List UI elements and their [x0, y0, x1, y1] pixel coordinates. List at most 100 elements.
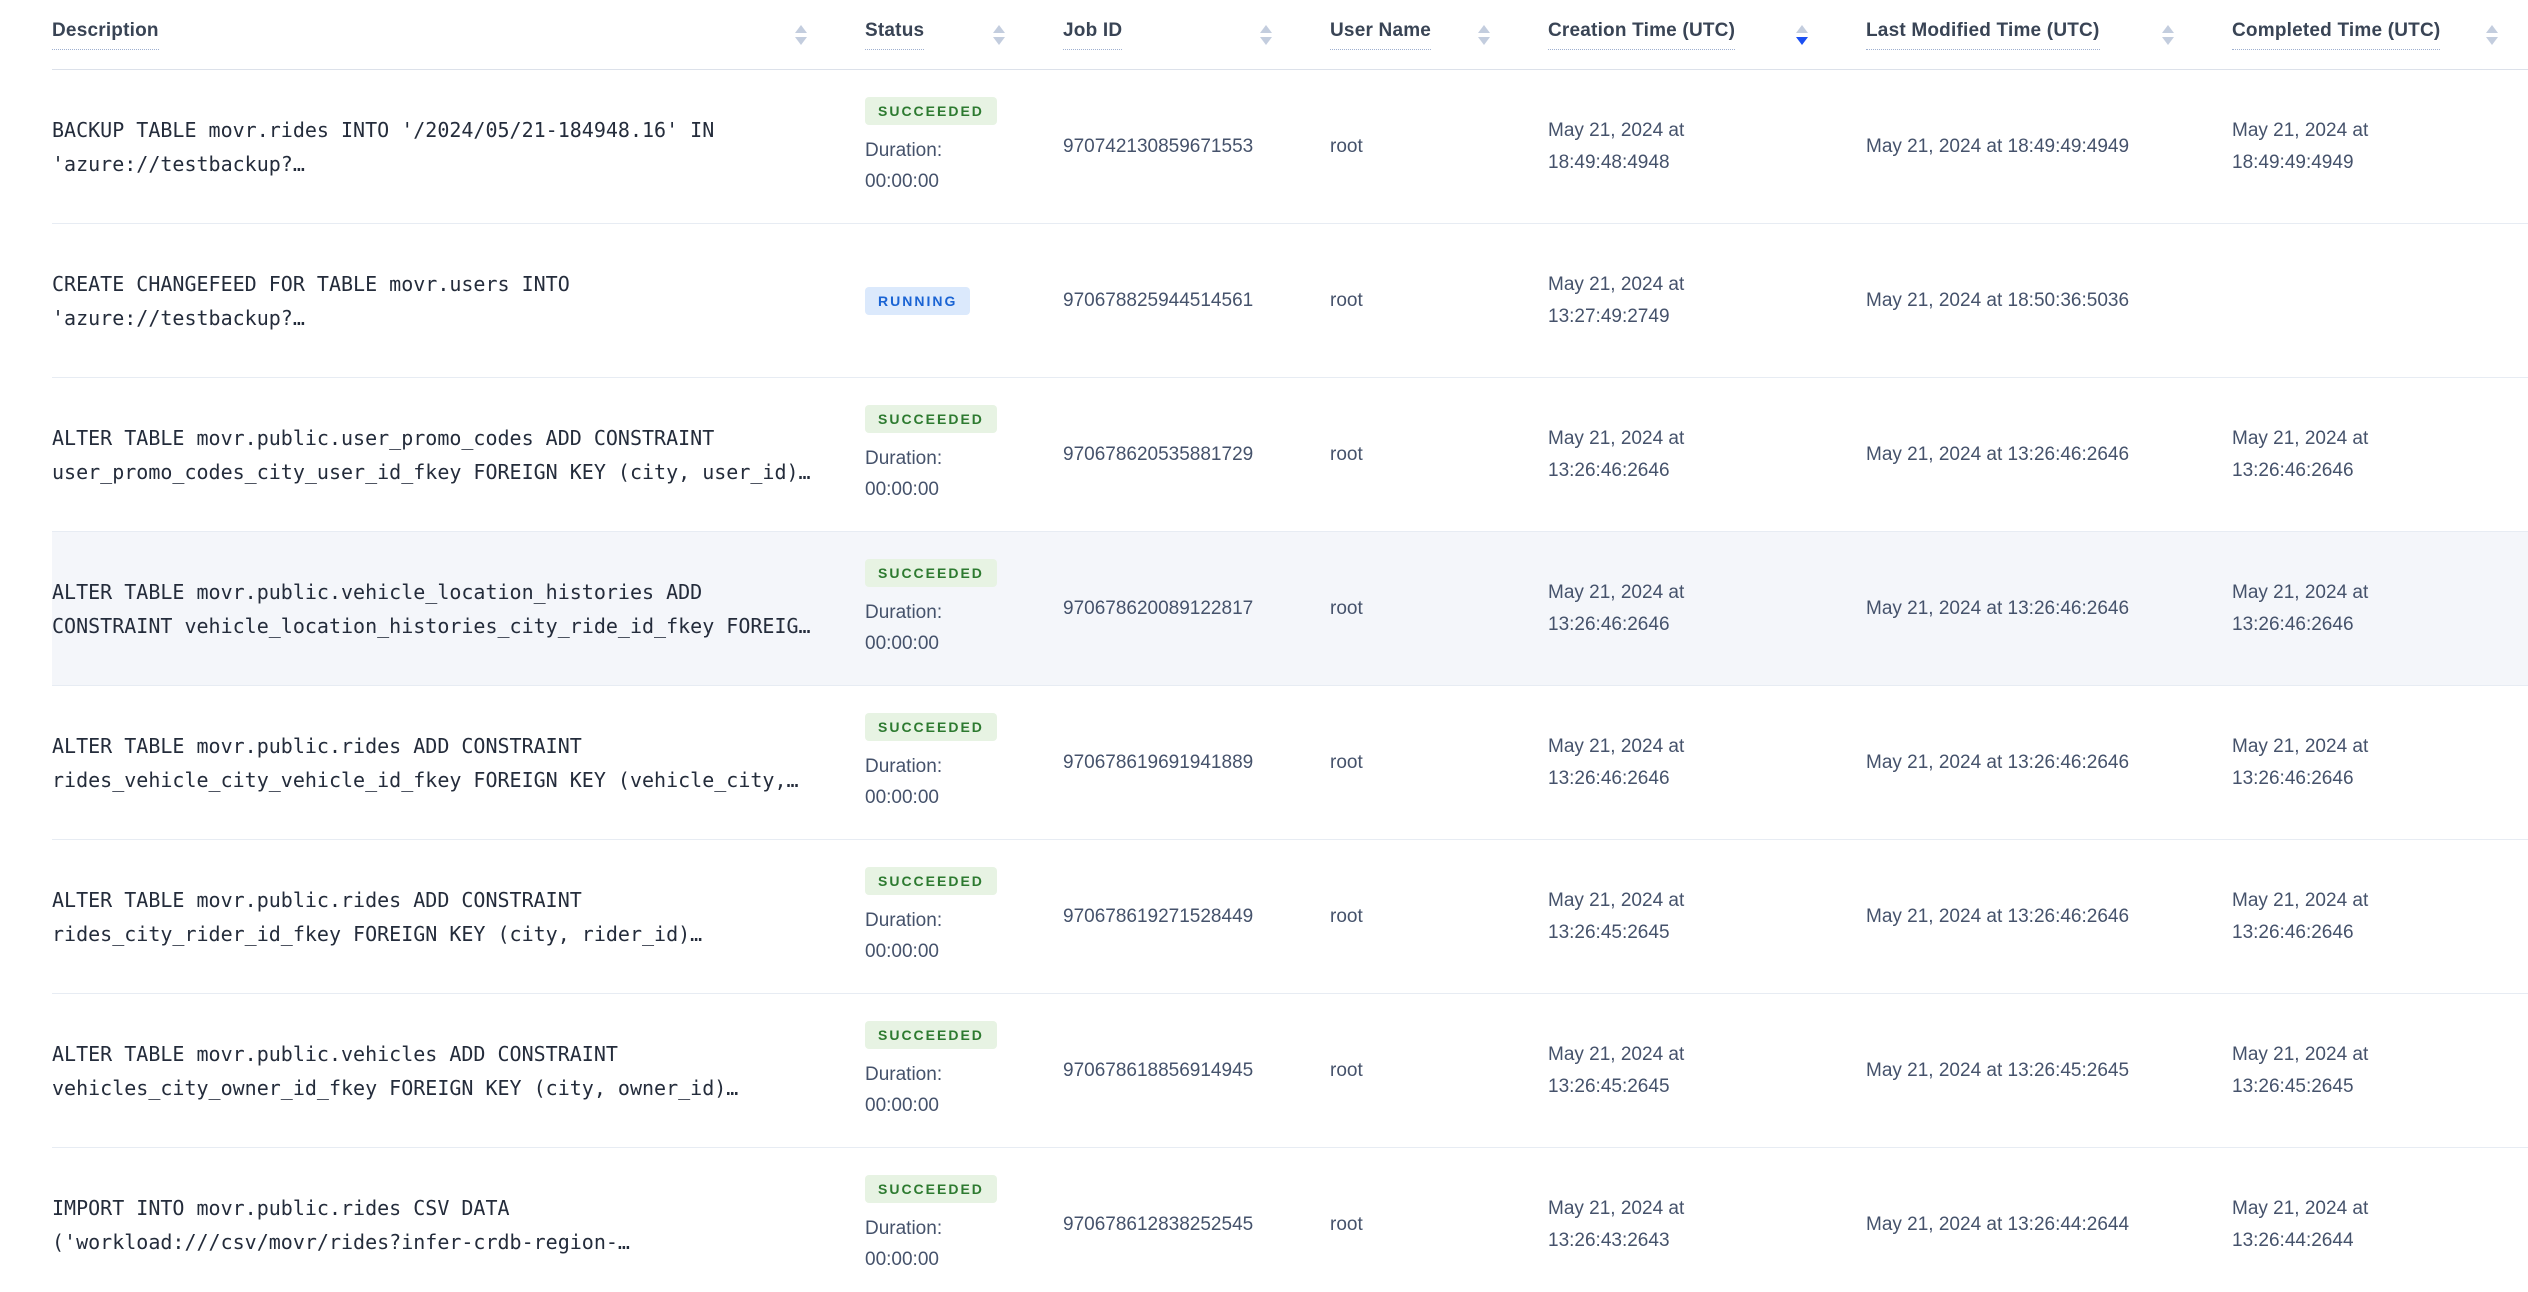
column-header-last-modified-time-utc[interactable]: Last Modified Time (UTC): [1866, 20, 2232, 50]
completed-time-cell: May 21, 2024 at 13:26:46:2646: [2232, 731, 2528, 795]
last-modified-time-cell: May 21, 2024 at 13:26:46:2646: [1866, 905, 2130, 927]
description-cell: BACKUP TABLE movr.rides INTO '/2024/05/2…: [52, 113, 865, 181]
status-cell: SUCCEEDED Duration: 00:00:00: [865, 1148, 1063, 1292]
column-title[interactable]: Creation Time (UTC): [1548, 20, 1736, 50]
column-header-job-id[interactable]: Job ID: [1063, 20, 1330, 50]
sort-down-arrow-icon: [1260, 36, 1272, 45]
table-row[interactable]: BACKUP TABLE movr.rides INTO '/2024/05/2…: [52, 70, 2528, 224]
job-description-link[interactable]: ALTER TABLE movr.public.user_promo_codes…: [52, 421, 827, 489]
user-name-cell: root: [1330, 1059, 1363, 1081]
duration-label: Duration:: [865, 755, 943, 777]
status-cell: SUCCEEDED Duration: 00:00:00: [865, 686, 1063, 839]
status-cell: RUNNING: [865, 224, 1063, 377]
table-row[interactable]: ALTER TABLE movr.public.vehicles ADD CON…: [52, 994, 2528, 1148]
sort-down-arrow-icon: [993, 36, 1005, 45]
job-description-link[interactable]: IMPORT INTO movr.public.rides CSV DATA (…: [52, 1191, 827, 1259]
job-id-cell: 970742130859671553: [1063, 135, 1254, 157]
sort-down-arrow-icon: [2486, 36, 2498, 45]
duration-value: 00:00:00: [865, 786, 939, 808]
status-cell: SUCCEEDED Duration: 00:00:00: [865, 378, 1063, 531]
duration-value: 00:00:00: [865, 632, 939, 654]
duration-value: 00:00:00: [865, 1094, 939, 1116]
column-header-completed-time-utc[interactable]: Completed Time (UTC): [2232, 20, 2528, 50]
user-name-cell: root: [1330, 905, 1363, 927]
sort-icon[interactable]: [1478, 24, 1490, 45]
job-id-cell: 970678620089122817: [1063, 597, 1254, 619]
completed-time-cell: May 21, 2024 at 13:26:46:2646: [2232, 423, 2528, 487]
duration-label: Duration:: [865, 909, 943, 931]
job-description-link[interactable]: ALTER TABLE movr.public.rides ADD CONSTR…: [52, 883, 827, 951]
creation-time-value: May 21, 2024 at 13:26:46:2646: [1548, 581, 1685, 635]
job-description-link[interactable]: ALTER TABLE movr.public.vehicles ADD CON…: [52, 1037, 827, 1105]
status-cell: SUCCEEDED Duration: 00:00:00: [865, 532, 1063, 685]
completed-time-cell: May 21, 2024 at 13:26:45:2645: [2232, 1039, 2528, 1103]
column-title[interactable]: Completed Time (UTC): [2232, 20, 2441, 50]
column-title[interactable]: Status: [865, 20, 925, 50]
status-badge: SUCCEEDED: [865, 712, 997, 741]
column-title[interactable]: Description: [52, 20, 159, 50]
creation-time-value: May 21, 2024 at 18:49:48:4948: [1548, 119, 1685, 173]
sort-up-arrow-icon: [1260, 24, 1272, 33]
description-cell: ALTER TABLE movr.public.vehicles ADD CON…: [52, 1037, 865, 1105]
table-row[interactable]: CREATE CHANGEFEED FOR TABLE movr.users I…: [52, 224, 2528, 378]
duration-value: 00:00:00: [865, 1248, 939, 1270]
duration-label: Duration:: [865, 1063, 943, 1085]
column-header-user-name[interactable]: User Name: [1330, 20, 1548, 50]
column-header-creation-time-utc[interactable]: Creation Time (UTC): [1548, 20, 1866, 50]
description-cell: IMPORT INTO movr.public.rides CSV DATA (…: [52, 1191, 865, 1259]
status-cell: SUCCEEDED Duration: 00:00:00: [865, 840, 1063, 993]
sort-up-arrow-icon: [795, 24, 807, 33]
status-badge: SUCCEEDED: [865, 404, 997, 433]
sort-icon[interactable]: [1260, 24, 1272, 45]
sort-icon[interactable]: [2162, 24, 2174, 45]
job-id-cell: 970678619691941889: [1063, 751, 1254, 773]
sort-down-arrow-icon: [1796, 36, 1808, 45]
status-cell: SUCCEEDED Duration: 00:00:00: [865, 70, 1063, 223]
completed-time-value: May 21, 2024 at 13:26:46:2646: [2232, 735, 2369, 789]
column-title[interactable]: Last Modified Time (UTC): [1866, 20, 2100, 50]
table-row[interactable]: ALTER TABLE movr.public.rides ADD CONSTR…: [52, 840, 2528, 994]
sort-icon[interactable]: [795, 24, 807, 45]
sort-icon[interactable]: [993, 24, 1005, 45]
creation-time-value: May 21, 2024 at 13:26:45:2645: [1548, 889, 1685, 943]
table-row[interactable]: ALTER TABLE movr.public.user_promo_codes…: [52, 378, 2528, 532]
user-name-cell: root: [1330, 135, 1363, 157]
completed-time-value: May 21, 2024 at 13:26:45:2645: [2232, 1043, 2369, 1097]
duration-value: 00:00:00: [865, 940, 939, 962]
job-id-cell: 970678619271528449: [1063, 905, 1254, 927]
sort-icon[interactable]: [2486, 24, 2498, 45]
completed-time-cell: May 21, 2024 at 13:26:46:2646: [2232, 885, 2528, 949]
duration-value: 00:00:00: [865, 478, 939, 500]
description-cell: ALTER TABLE movr.public.vehicle_location…: [52, 575, 865, 643]
sort-down-arrow-icon: [2162, 36, 2174, 45]
creation-time-cell: May 21, 2024 at 13:26:46:2646: [1548, 423, 1866, 487]
job-description-link[interactable]: CREATE CHANGEFEED FOR TABLE movr.users I…: [52, 267, 827, 335]
completed-time-cell: May 21, 2024 at 18:49:49:4949: [2232, 115, 2528, 179]
job-description-link[interactable]: BACKUP TABLE movr.rides INTO '/2024/05/2…: [52, 113, 827, 181]
table-row[interactable]: ALTER TABLE movr.public.vehicle_location…: [52, 532, 2528, 686]
table-body: BACKUP TABLE movr.rides INTO '/2024/05/2…: [52, 70, 2528, 1292]
column-header-status[interactable]: Status: [865, 20, 1063, 50]
job-id-cell: 970678618856914945: [1063, 1059, 1254, 1081]
sort-up-arrow-icon: [1478, 24, 1490, 33]
creation-time-cell: May 21, 2024 at 18:49:48:4948: [1548, 115, 1866, 179]
table-row[interactable]: ALTER TABLE movr.public.rides ADD CONSTR…: [52, 686, 2528, 840]
job-description-link[interactable]: ALTER TABLE movr.public.rides ADD CONSTR…: [52, 729, 827, 797]
creation-time-value: May 21, 2024 at 13:26:46:2646: [1548, 427, 1685, 481]
table-row[interactable]: IMPORT INTO movr.public.rides CSV DATA (…: [52, 1148, 2528, 1292]
status-badge: SUCCEEDED: [865, 866, 997, 895]
job-id-cell: 970678620535881729: [1063, 443, 1254, 465]
column-header-description[interactable]: Description: [52, 20, 865, 50]
sort-up-arrow-icon: [2486, 24, 2498, 33]
user-name-cell: root: [1330, 597, 1363, 619]
last-modified-time-cell: May 21, 2024 at 13:26:44:2644: [1866, 1213, 2130, 1235]
description-cell: ALTER TABLE movr.public.user_promo_codes…: [52, 421, 865, 489]
completed-time-value: May 21, 2024 at 13:26:46:2646: [2232, 889, 2369, 943]
sort-icon[interactable]: [1796, 24, 1808, 45]
user-name-cell: root: [1330, 289, 1363, 311]
sort-up-arrow-icon: [2162, 24, 2174, 33]
job-description-link[interactable]: ALTER TABLE movr.public.vehicle_location…: [52, 575, 827, 643]
creation-time-cell: May 21, 2024 at 13:26:45:2645: [1548, 885, 1866, 949]
column-title[interactable]: Job ID: [1063, 20, 1123, 50]
column-title[interactable]: User Name: [1330, 20, 1432, 50]
